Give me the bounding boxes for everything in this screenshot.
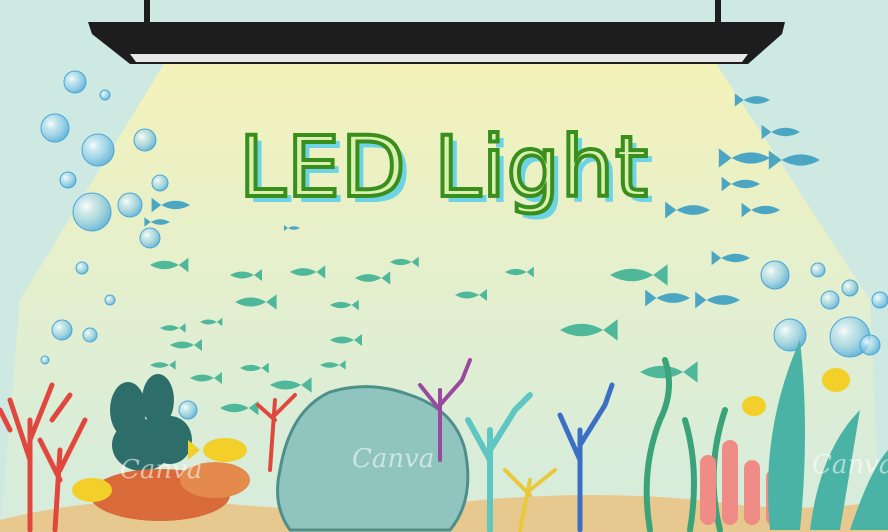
bubble-icon <box>63 70 87 94</box>
page-title: LED Light <box>237 116 650 218</box>
watermark-text: Canva <box>352 444 435 474</box>
bubble-icon <box>859 334 881 356</box>
bubble-icon <box>75 261 89 275</box>
bubble-icon <box>51 319 73 341</box>
bubble-icon <box>139 227 161 249</box>
watermark-text: Canva <box>120 455 203 485</box>
bubble-icon <box>871 291 888 309</box>
bubble-icon <box>773 318 807 352</box>
bubble-icon <box>178 400 198 420</box>
scene-illustration <box>0 0 888 532</box>
bubble-icon <box>841 279 859 297</box>
aquarium-scene: LED Light Canva Canva Canva <box>0 0 888 532</box>
bubble-icon <box>810 262 826 278</box>
bubble-icon <box>40 355 50 365</box>
bubble-icon <box>99 89 111 101</box>
bubble-icon <box>82 327 98 343</box>
bubble-icon <box>820 290 840 310</box>
bubble-icon <box>760 260 790 290</box>
bubble-icon <box>104 294 116 306</box>
watermark-text: Canva <box>812 450 888 480</box>
